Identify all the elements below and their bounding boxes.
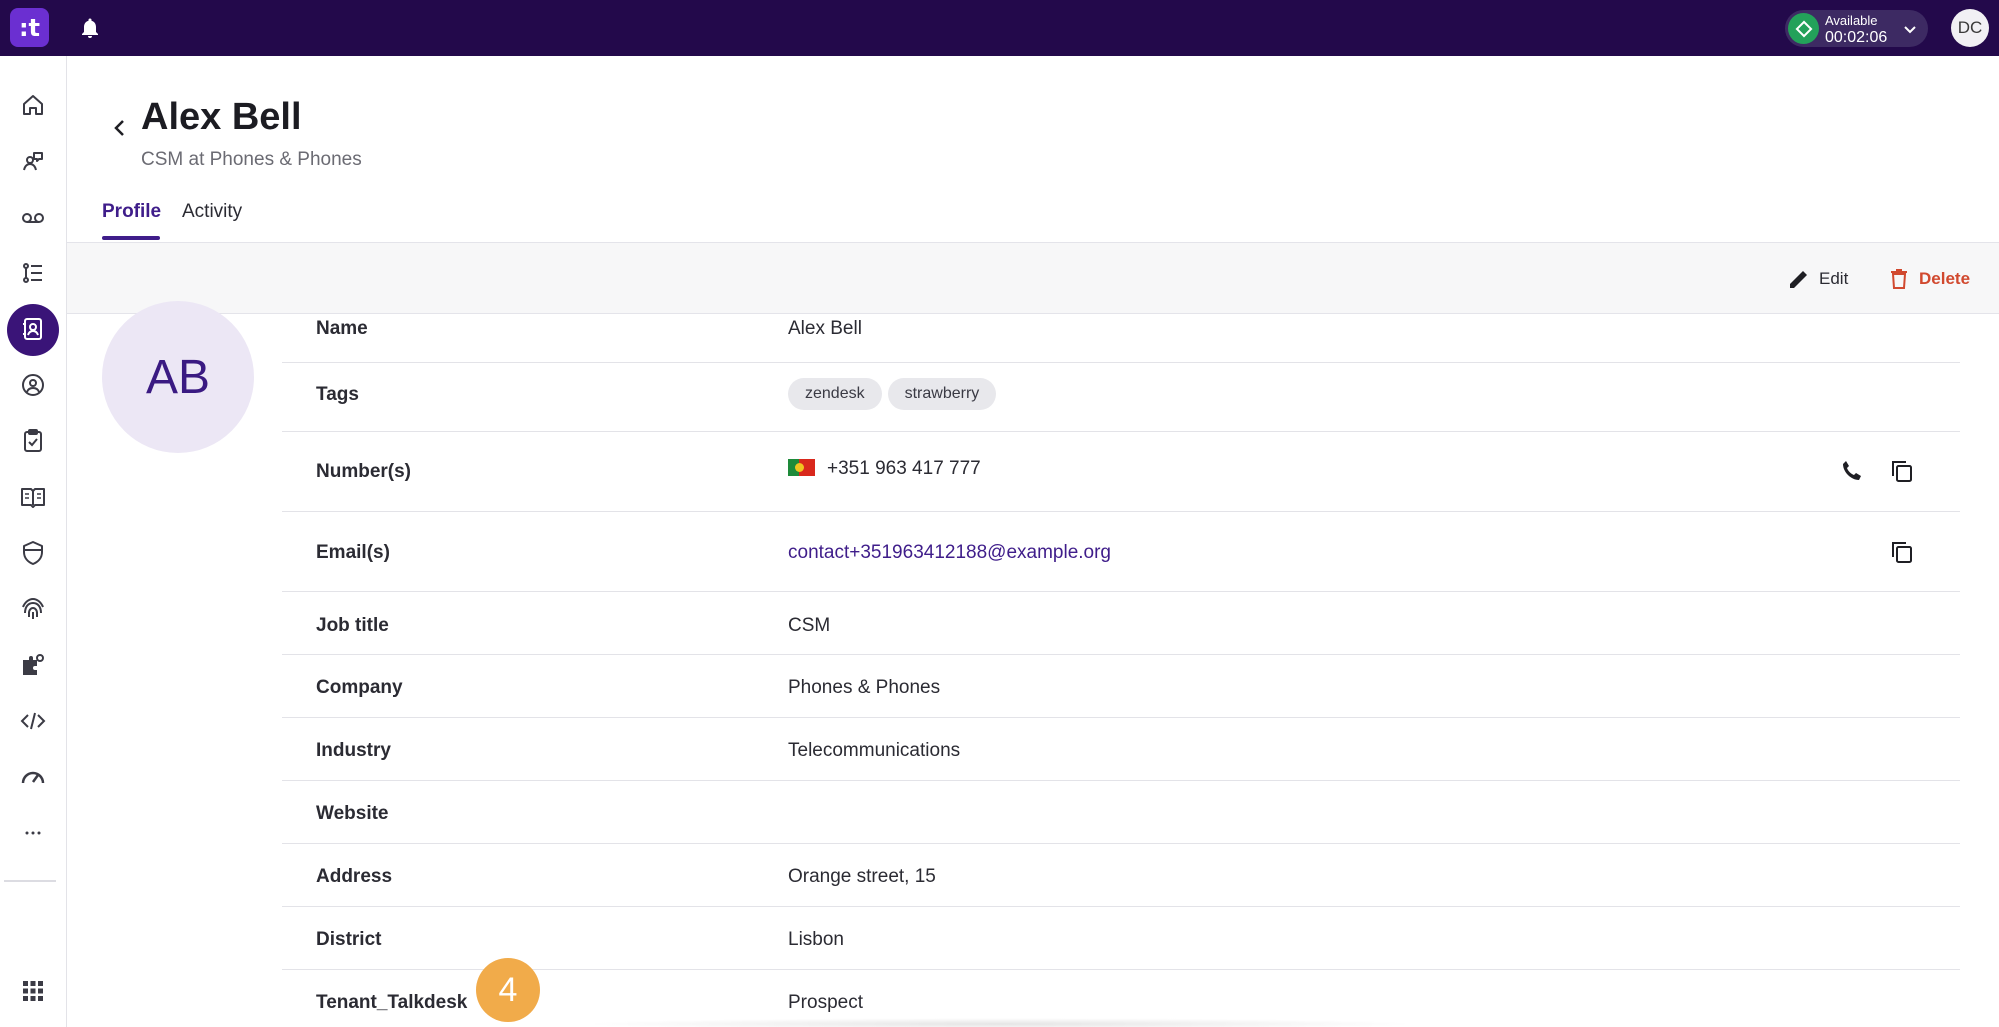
voicemail-icon [22,213,44,223]
district-label: District [316,929,382,950]
portugal-flag-icon [788,459,815,476]
name-value: Alex Bell [788,318,862,339]
copy-icon[interactable] [1888,538,1916,566]
sidebar-apps-button[interactable] [6,966,60,1016]
sidebar-item-security[interactable] [6,528,60,578]
action-bar: Edit Delete [67,242,1999,314]
sidebar-item-voicemail[interactable] [6,192,60,242]
contacts-icon [23,318,42,340]
detail-row-job-title: Job title CSM [282,592,1960,655]
status-timer: 00:02:06 [1825,29,1888,46]
detail-row-address: Address Orange street, 15 [282,844,1960,907]
contact-avatar: AB [102,301,254,453]
detail-row-numbers: Number(s) +351 963 417 777 [282,432,1960,512]
email-link[interactable]: contact+351963412188@example.org [788,542,1111,564]
detail-row-emails: Email(s) contact+351963412188@example.or… [282,512,1960,592]
sidebar-item-knowledge[interactable] [6,472,60,522]
active-tab-indicator [102,236,160,240]
detail-row-industry: Industry Telecommunications [282,718,1960,781]
shield-icon [23,541,43,565]
code-icon [20,712,46,730]
tenant-label: Tenant_Talkdesk [316,992,468,1013]
chevron-down-icon [1904,26,1916,34]
status-available-icon [1788,13,1819,44]
tag-chip[interactable]: strawberry [887,378,997,410]
back-arrow-icon[interactable] [108,116,132,140]
puzzle-settings-icon [23,654,44,675]
edit-label: Edit [1819,269,1849,288]
detail-row-company: Company Phones & Phones [282,655,1960,718]
numbers-label: Number(s) [316,461,412,482]
industry-value: Telecommunications [788,740,961,761]
address-value: Orange street, 15 [788,866,936,887]
delete-button[interactable]: Delete [1887,267,1970,291]
sidebar-item-identity[interactable] [6,584,60,634]
number-value: +351 963 417 777 [788,458,981,480]
notifications-bell-icon[interactable] [78,16,102,40]
app-logo[interactable]: :t [10,8,49,47]
clipboard-check-icon [24,429,42,452]
trash-icon [1891,269,1907,289]
sidebar-item-users[interactable] [6,360,60,410]
top-bar: :t Available 00:02:06 DC [0,0,1999,56]
speedometer-icon [21,771,45,784]
job-title-value: CSM [788,615,831,636]
page-subtitle: CSM at Phones & Phones [141,149,362,170]
sidebar-item-lists[interactable] [6,248,60,298]
apps-grid-icon [23,981,43,1001]
sidebar-item-contacts[interactable] [6,304,60,356]
edit-button[interactable]: Edit [1787,267,1848,291]
emails-label: Email(s) [316,542,390,563]
more-icon [25,831,41,835]
tab-activity[interactable]: Activity [182,201,242,241]
tag-chip[interactable]: zendesk [788,378,882,410]
step-number-badge: 4 [476,958,540,1022]
status-label: Available [1825,13,1878,28]
list-icon [23,263,42,283]
phone-number: +351 963 417 777 [827,458,981,479]
tab-profile[interactable]: Profile [102,201,161,241]
sidebar-divider [4,880,56,882]
industry-label: Industry [316,740,391,761]
user-circle-icon [22,374,44,396]
home-icon [23,95,43,115]
job-title-label: Job title [316,615,389,636]
book-icon [21,488,45,508]
company-label: Company [316,677,403,698]
detail-row-name: Name Alex Bell [282,314,1960,363]
user-avatar[interactable]: DC [1951,9,1989,47]
sidebar-item-home[interactable] [6,80,60,130]
pencil-icon [1790,271,1807,288]
fingerprint-icon [22,597,44,619]
name-label: Name [316,318,368,339]
detail-row-district: District Lisbon [282,907,1960,970]
detail-row-website: Website [282,781,1960,844]
sidebar-item-more[interactable] [6,808,60,858]
district-value: Lisbon [788,929,844,950]
tenant-value: Prospect [788,992,863,1013]
tags-label: Tags [316,384,359,405]
website-label: Website [316,803,389,824]
conversations-icon [23,152,43,171]
phone-call-icon[interactable] [1838,457,1866,485]
detail-row-tags: Tags zendesk strawberry [282,363,1960,432]
bottom-shadow [580,1018,1420,1027]
copy-icon[interactable] [1888,457,1916,485]
sidebar-item-developer[interactable] [6,696,60,746]
sidebar-item-integrations[interactable] [6,640,60,690]
address-label: Address [316,866,393,887]
sidebar [0,56,67,1027]
sidebar-item-tasks[interactable] [6,416,60,466]
sidebar-item-performance[interactable] [6,752,60,802]
delete-label: Delete [1919,269,1971,288]
company-value: Phones & Phones [788,677,941,698]
status-selector[interactable]: Available 00:02:06 [1785,10,1928,47]
tags-list: zendesk strawberry [788,378,1002,410]
sidebar-item-conversations[interactable] [6,136,60,186]
page-title: Alex Bell [141,96,302,138]
